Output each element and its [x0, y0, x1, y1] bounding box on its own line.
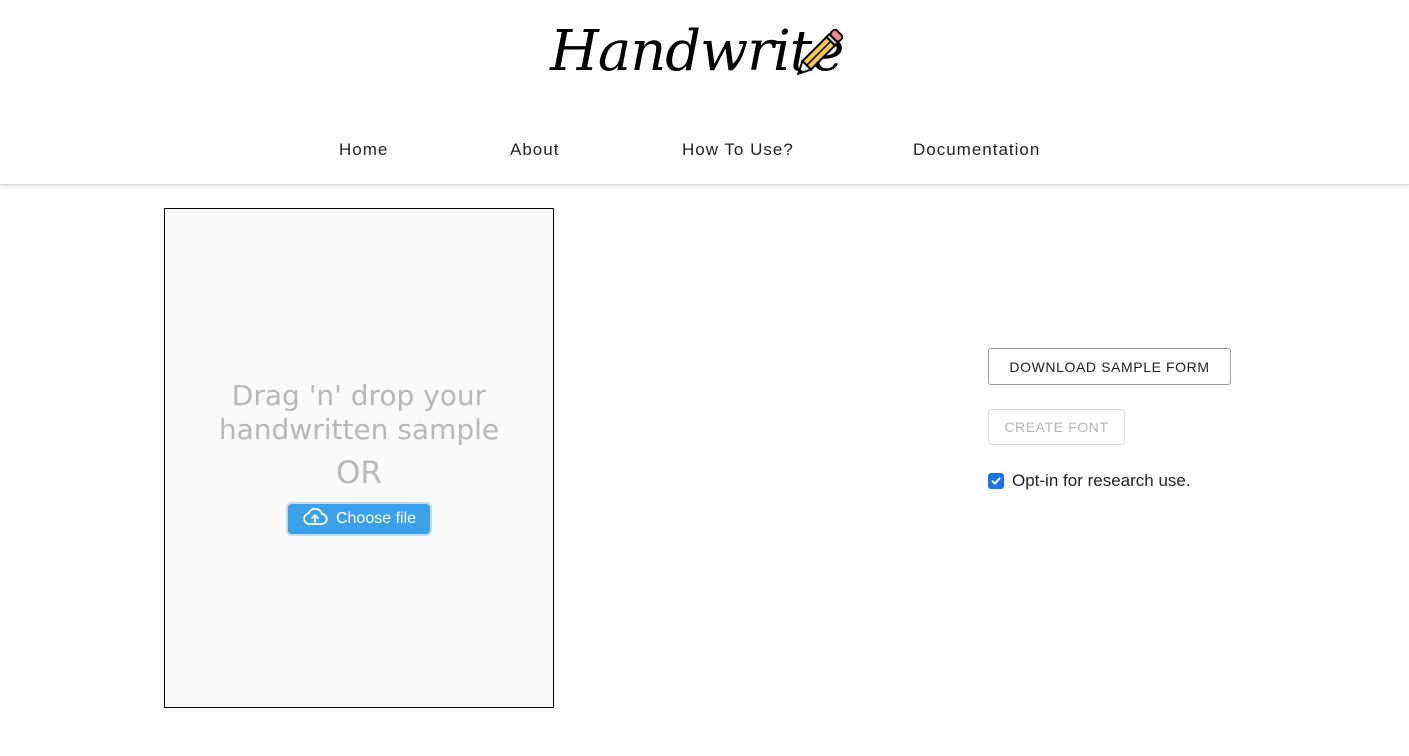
dropzone-line-1: Drag 'n' drop your — [231, 379, 487, 412]
site-header: Handwrite Home About How To Use? Documen… — [0, 0, 1409, 185]
dropzone-instructions: Drag 'n' drop your handwritten sample — [165, 379, 553, 447]
dropzone-or: OR — [336, 455, 382, 491]
cloud-upload-icon — [302, 507, 328, 531]
dropzone-line-2: handwritten sample — [218, 413, 500, 446]
pencil-icon — [786, 22, 850, 91]
file-dropzone[interactable]: Drag 'n' drop your handwritten sample OR… — [164, 208, 554, 708]
create-font-button[interactable]: CREATE FONT — [988, 409, 1125, 445]
checkmark-icon — [991, 477, 1001, 485]
research-optin-checkbox[interactable] — [988, 473, 1004, 489]
main-nav: Home About How To Use? Documentation — [0, 140, 1409, 164]
nav-about[interactable]: About — [510, 140, 559, 160]
nav-home[interactable]: Home — [339, 140, 388, 160]
download-sample-form-button[interactable]: DOWNLOAD SAMPLE FORM — [988, 348, 1231, 385]
logo[interactable]: Handwrite — [550, 18, 850, 98]
nav-documentation[interactable]: Documentation — [913, 140, 1040, 160]
research-optin[interactable]: Opt-in for research use. — [988, 470, 1191, 492]
choose-file-button[interactable]: Choose file — [286, 502, 432, 536]
research-optin-label: Opt-in for research use. — [1012, 471, 1191, 490]
nav-how-to-use[interactable]: How To Use? — [682, 140, 794, 160]
choose-file-label: Choose file — [335, 510, 417, 527]
